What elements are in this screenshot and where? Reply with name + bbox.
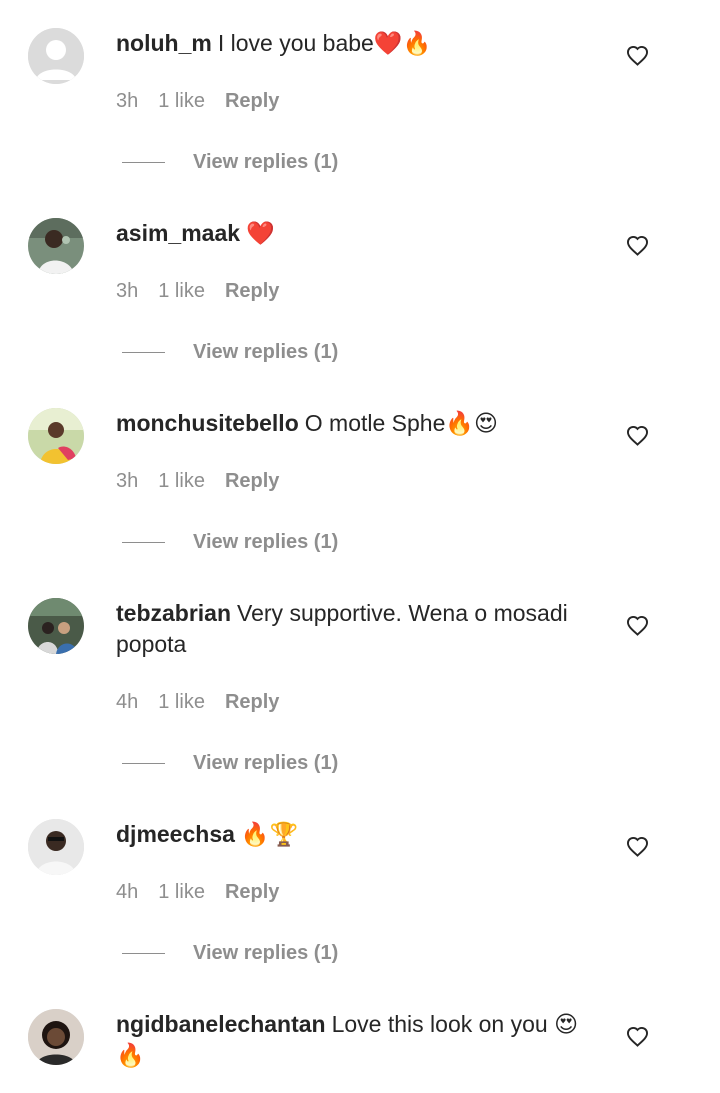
username[interactable]: tebzabrian bbox=[116, 600, 231, 626]
heart-outline-icon[interactable] bbox=[626, 235, 649, 256]
comment-body: tebzabrian Very supportive. Wena o mosadi… bbox=[116, 598, 602, 660]
reply-button[interactable]: Reply bbox=[225, 470, 279, 492]
default-avatar-icon bbox=[28, 28, 84, 84]
comment-likes[interactable]: 1 like bbox=[158, 881, 205, 903]
comment-time: 3h bbox=[116, 280, 139, 302]
divider bbox=[122, 162, 165, 163]
comment-likes[interactable]: 1 like bbox=[158, 90, 205, 112]
comment-body: djmeechsa 🔥🏆 bbox=[116, 819, 602, 850]
avatar[interactable] bbox=[28, 598, 84, 654]
comment-content: ❤️ bbox=[246, 220, 275, 246]
comment-meta: 3h 1 like Reply bbox=[116, 470, 299, 493]
comment-likes[interactable]: 1 like bbox=[158, 691, 205, 713]
profile-photo bbox=[28, 408, 84, 464]
comment-time: 4h bbox=[116, 691, 139, 713]
comment-text: noluh_m I love you babe❤️🔥 bbox=[116, 28, 602, 59]
avatar[interactable] bbox=[28, 819, 84, 875]
reply-button[interactable]: Reply bbox=[225, 691, 279, 713]
comment-meta: 3h 1 like Reply bbox=[116, 90, 299, 113]
avatar[interactable] bbox=[28, 1009, 84, 1065]
view-replies-button[interactable]: View replies (1) bbox=[122, 942, 338, 965]
comment-body: noluh_m I love you babe❤️🔥 bbox=[116, 28, 602, 59]
reply-button[interactable]: Reply bbox=[225, 280, 279, 302]
username[interactable]: ngidbanelechantan bbox=[116, 1011, 326, 1037]
avatar[interactable] bbox=[28, 28, 84, 84]
view-replies-button[interactable]: View replies (1) bbox=[122, 151, 338, 174]
profile-photo bbox=[28, 1009, 84, 1065]
comment-content: I love you babe❤️🔥 bbox=[217, 30, 432, 56]
view-replies-label: View replies (1) bbox=[193, 942, 339, 964]
heart-outline-icon[interactable] bbox=[626, 615, 649, 636]
heart-outline-icon[interactable] bbox=[626, 836, 649, 857]
username[interactable]: djmeechsa bbox=[116, 821, 235, 847]
comment-time: 3h bbox=[116, 90, 139, 112]
comment-time: 4h bbox=[116, 881, 139, 903]
profile-photo bbox=[28, 598, 84, 654]
divider bbox=[122, 953, 165, 954]
view-replies-button[interactable]: View replies (1) bbox=[122, 752, 338, 775]
comment-text: tebzabrian Very supportive. Wena o mosadi… bbox=[116, 598, 602, 660]
reply-button[interactable]: Reply bbox=[225, 90, 279, 112]
comment-likes[interactable]: 1 like bbox=[158, 280, 205, 302]
view-replies-label: View replies (1) bbox=[193, 341, 339, 363]
view-replies-button[interactable]: View replies (1) bbox=[122, 531, 338, 554]
comment-body: ngidbanelechantan Love this look on you 😍… bbox=[116, 1009, 602, 1071]
comment-content: 🔥🏆 bbox=[240, 821, 299, 847]
profile-photo bbox=[28, 819, 84, 875]
avatar[interactable] bbox=[28, 408, 84, 464]
heart-outline-icon[interactable] bbox=[626, 1026, 649, 1047]
view-replies-label: View replies (1) bbox=[193, 531, 339, 553]
view-replies-button[interactable]: View replies (1) bbox=[122, 341, 338, 364]
reply-button[interactable]: Reply bbox=[225, 881, 279, 903]
comment-meta: 4h 1 like Reply bbox=[116, 691, 299, 714]
comment-content: O motle Sphe🔥😍 bbox=[304, 410, 498, 436]
comment-meta: 4h 1 like Reply bbox=[116, 881, 299, 904]
username[interactable]: asim_maak bbox=[116, 220, 240, 246]
comment-meta: 3h 1 like Reply bbox=[116, 280, 299, 303]
comment-body: asim_maak ❤️ bbox=[116, 218, 602, 249]
comment-text: asim_maak ❤️ bbox=[116, 218, 602, 249]
divider bbox=[122, 763, 165, 764]
comment-likes[interactable]: 1 like bbox=[158, 470, 205, 492]
comment-text: monchusitebello O motle Sphe🔥😍 bbox=[116, 408, 602, 439]
divider bbox=[122, 542, 165, 543]
comment-time: 3h bbox=[116, 470, 139, 492]
username[interactable]: monchusitebello bbox=[116, 410, 299, 436]
view-replies-label: View replies (1) bbox=[193, 151, 339, 173]
avatar[interactable] bbox=[28, 218, 84, 274]
profile-photo bbox=[28, 218, 84, 274]
comment-text: ngidbanelechantan Love this look on you 😍… bbox=[116, 1009, 602, 1071]
comment-body: monchusitebello O motle Sphe🔥😍 bbox=[116, 408, 602, 439]
divider bbox=[122, 352, 165, 353]
comment-text: djmeechsa 🔥🏆 bbox=[116, 819, 602, 850]
view-replies-label: View replies (1) bbox=[193, 752, 339, 774]
username[interactable]: noluh_m bbox=[116, 30, 212, 56]
heart-outline-icon[interactable] bbox=[626, 45, 649, 66]
heart-outline-icon[interactable] bbox=[626, 425, 649, 446]
